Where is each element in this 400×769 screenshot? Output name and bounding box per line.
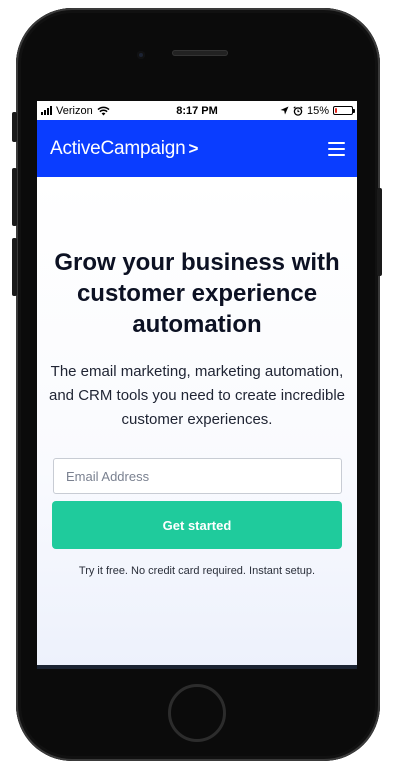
volume-down-button <box>12 238 17 296</box>
trial-note: Try it free. No credit card required. In… <box>78 565 316 577</box>
next-section-edge <box>37 665 357 669</box>
top-navbar: ActiveCampaign > <box>37 120 357 177</box>
phone-screen: Verizon 8:17 PM 15% ActiveCampaign > Gro… <box>37 101 357 669</box>
carrier-label: Verizon <box>56 104 93 117</box>
email-input[interactable] <box>53 458 342 494</box>
location-icon <box>280 106 289 115</box>
hero-subheadline: The email marketing, marketing automatio… <box>49 363 346 428</box>
wifi-icon <box>97 106 110 115</box>
volume-up-button <box>12 168 17 226</box>
brand-chevron-icon: > <box>188 138 199 158</box>
status-right: 15% <box>280 104 355 117</box>
status-left: Verizon <box>41 105 110 117</box>
home-button[interactable] <box>168 684 226 742</box>
battery-icon <box>333 106 355 115</box>
get-started-button[interactable]: Get started <box>52 501 342 549</box>
hero-section: Grow your business with customer experie… <box>37 177 357 665</box>
brand-name: ActiveCampaign <box>50 137 186 159</box>
mute-switch <box>12 112 17 142</box>
battery-fill <box>335 108 337 113</box>
power-button <box>377 188 382 276</box>
earpiece-speaker <box>172 50 228 56</box>
alarm-icon <box>293 105 303 116</box>
front-camera <box>137 51 145 59</box>
status-bar: Verizon 8:17 PM 15% <box>37 101 357 120</box>
battery-percent: 15% <box>306 104 329 117</box>
hero-headline: Grow your business with customer experie… <box>54 249 340 338</box>
hamburger-menu-icon[interactable] <box>328 141 345 156</box>
brand-logo[interactable]: ActiveCampaign > <box>50 138 198 160</box>
signal-icon <box>41 106 52 115</box>
